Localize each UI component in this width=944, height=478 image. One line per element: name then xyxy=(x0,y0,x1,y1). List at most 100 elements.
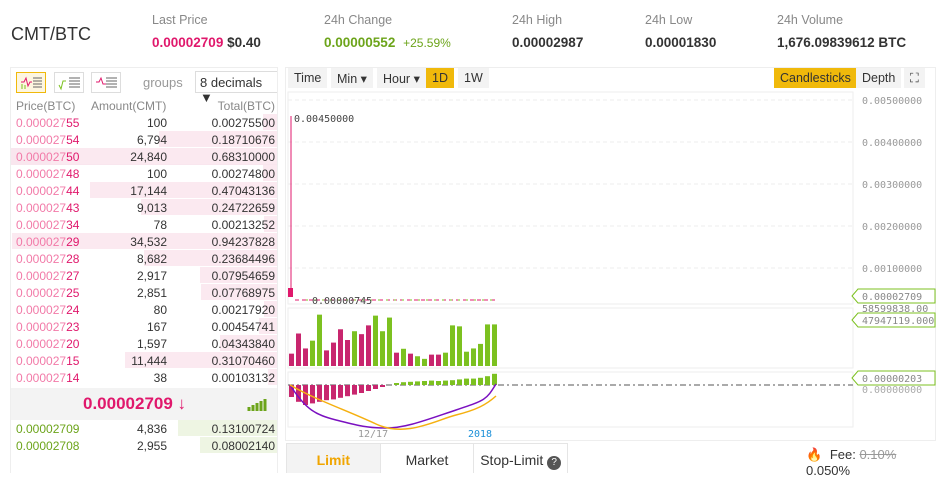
axis-tick: 0.00100000 xyxy=(862,264,922,275)
change-pct: +25.59% xyxy=(403,36,451,50)
amount: 34,532 xyxy=(130,235,167,249)
decimals-select[interactable]: 8 decimals ▼ xyxy=(195,71,277,105)
macd-bar xyxy=(401,382,406,385)
amount: 38 xyxy=(153,371,167,385)
axis-tick: 0.00500000 xyxy=(862,96,922,107)
ask-row[interactable]: 0.00002715 11,444 0.31070460 xyxy=(11,352,277,369)
volume-bar xyxy=(303,348,308,366)
price: 0.00002744 xyxy=(16,184,80,198)
chart-canvas[interactable]: 0.00500000 0.00400000 0.00300000 0.00200000… xyxy=(286,90,936,440)
price-tag: 0.00002709 xyxy=(862,292,922,303)
view-bids-button[interactable] xyxy=(54,72,84,93)
price: 0.00002728 xyxy=(16,252,80,266)
col-price: Price(BTC) xyxy=(16,99,76,113)
value: 0.00002987 xyxy=(512,35,584,50)
tab-limit[interactable]: Limit xyxy=(287,444,381,473)
view-depth[interactable]: Depth xyxy=(856,68,902,88)
volume-24h: 24h Volume 1,676.09839612 BTC xyxy=(777,13,906,50)
total: 0.23684496 xyxy=(211,252,275,266)
ask-row[interactable]: 0.00002724 80 0.00217920 xyxy=(11,301,277,318)
macd-bar xyxy=(366,385,371,391)
ask-row[interactable]: 0.00002720 1,597 0.04343840 xyxy=(11,335,277,352)
price: 0.00002748 xyxy=(16,167,80,181)
volume-bar xyxy=(450,325,455,366)
help-icon[interactable]: ? xyxy=(547,456,562,470)
price: 0.00002734 xyxy=(16,218,80,232)
macd-bar xyxy=(485,376,490,385)
macd-bar xyxy=(338,385,343,398)
bids-list: 0.00002709 4,836 0.13100724 0.00002708 2… xyxy=(11,420,277,454)
ask-row[interactable]: 0.00002755 100 0.00275500 xyxy=(11,114,277,131)
fee-new: 0.050% xyxy=(806,463,851,478)
volume-bar xyxy=(443,352,448,366)
ask-row[interactable]: 0.00002734 78 0.00213252 xyxy=(11,216,277,233)
total: 0.24722659 xyxy=(211,201,275,215)
label: 24h Change xyxy=(324,13,393,27)
volume-bar xyxy=(492,324,497,366)
macd-bar xyxy=(478,377,483,385)
axis-tick: 0.00400000 xyxy=(862,138,922,149)
axis-tick: 0.00300000 xyxy=(862,180,922,191)
price: 0.00002755 xyxy=(16,116,80,130)
tab-market[interactable]: Market xyxy=(381,444,475,473)
volume-bar xyxy=(464,351,469,366)
macd-bar xyxy=(492,373,497,385)
volume-bar xyxy=(345,340,350,366)
change-value: 0.00000552 xyxy=(324,35,396,50)
view-asks-button[interactable] xyxy=(91,72,121,93)
label: Last Price xyxy=(152,13,208,27)
macd-bar xyxy=(457,379,462,385)
price: 0.00002709 xyxy=(16,422,80,436)
interval-time[interactable]: Time xyxy=(288,68,328,88)
macd-bar xyxy=(422,381,427,385)
macd-bar xyxy=(359,385,364,393)
column-headers: Price(BTC) Amount(CMT) Total(BTC) xyxy=(11,96,277,114)
ask-row[interactable]: 0.00002725 2,851 0.07768975 xyxy=(11,284,277,301)
value: 0.00001830 xyxy=(645,35,717,50)
interval-1d[interactable]: 1D xyxy=(426,68,454,88)
ask-row[interactable]: 0.00002744 17,144 0.47043136 xyxy=(11,182,277,199)
date-tick: 2018 xyxy=(468,429,492,440)
fullscreen-icon[interactable]: ⛶ xyxy=(904,68,925,88)
volume-bar xyxy=(352,331,357,366)
interval-1w[interactable]: 1W xyxy=(458,68,489,88)
ask-row[interactable]: 0.00002728 8,682 0.23684496 xyxy=(11,250,277,267)
macd-bar xyxy=(331,385,336,400)
last-price-usd: $0.40 xyxy=(227,35,261,50)
ask-row[interactable]: 0.00002723 167 0.00454741 xyxy=(11,318,277,335)
volume-bar xyxy=(471,348,476,366)
ask-row[interactable]: 0.00002748 100 0.00274800 xyxy=(11,165,277,182)
interval-min[interactable]: Min ▾ xyxy=(331,68,373,88)
low-label: 0.00000745 xyxy=(312,296,372,307)
view-candlesticks[interactable]: Candlesticks xyxy=(774,68,857,88)
label: 24h High xyxy=(512,13,563,27)
ask-row[interactable]: 0.00002743 9,013 0.24722659 xyxy=(11,199,277,216)
bid-row[interactable]: 0.00002708 2,955 0.08002140 xyxy=(11,437,277,454)
volume-tag: 47947119.000 xyxy=(862,316,934,327)
total: 0.00454741 xyxy=(211,320,275,334)
volume-bar xyxy=(401,348,406,366)
ask-row[interactable]: 0.00002729 34,532 0.94237828 xyxy=(11,233,277,250)
macd-bar xyxy=(443,380,448,385)
price: 0.00002720 xyxy=(16,337,80,351)
date-tick: 12/17 xyxy=(358,429,388,440)
price-chart: Time Min ▾ Hour ▾ 1D 1W Candlesticks Depth ⛶ 0.… xyxy=(285,67,936,441)
ask-row[interactable]: 0.00002750 24,840 0.68310000 xyxy=(11,148,277,165)
tab-stop-limit[interactable]: Stop-Limit ? xyxy=(474,444,567,473)
amount: 1,597 xyxy=(136,337,167,351)
candle xyxy=(288,288,293,297)
total: 0.07954659 xyxy=(211,269,275,283)
ask-row[interactable]: 0.00002754 6,794 0.18710676 xyxy=(11,131,277,148)
bid-row[interactable]: 0.00002709 4,836 0.13100724 xyxy=(11,420,277,437)
ask-row[interactable]: 0.00002727 2,917 0.07954659 xyxy=(11,267,277,284)
total: 0.18710676 xyxy=(211,133,275,147)
price: 0.00002708 xyxy=(16,439,80,453)
total: 0.94237828 xyxy=(211,235,275,249)
fire-icon: 🔥 xyxy=(806,447,823,462)
volume-bar xyxy=(387,317,392,366)
ask-row[interactable]: 0.00002714 38 0.00103132 xyxy=(11,369,277,386)
interval-hour[interactable]: Hour ▾ xyxy=(377,68,426,88)
volume-bar xyxy=(429,354,434,366)
price: 0.00002729 xyxy=(16,235,80,249)
view-both-button[interactable] xyxy=(16,72,46,93)
